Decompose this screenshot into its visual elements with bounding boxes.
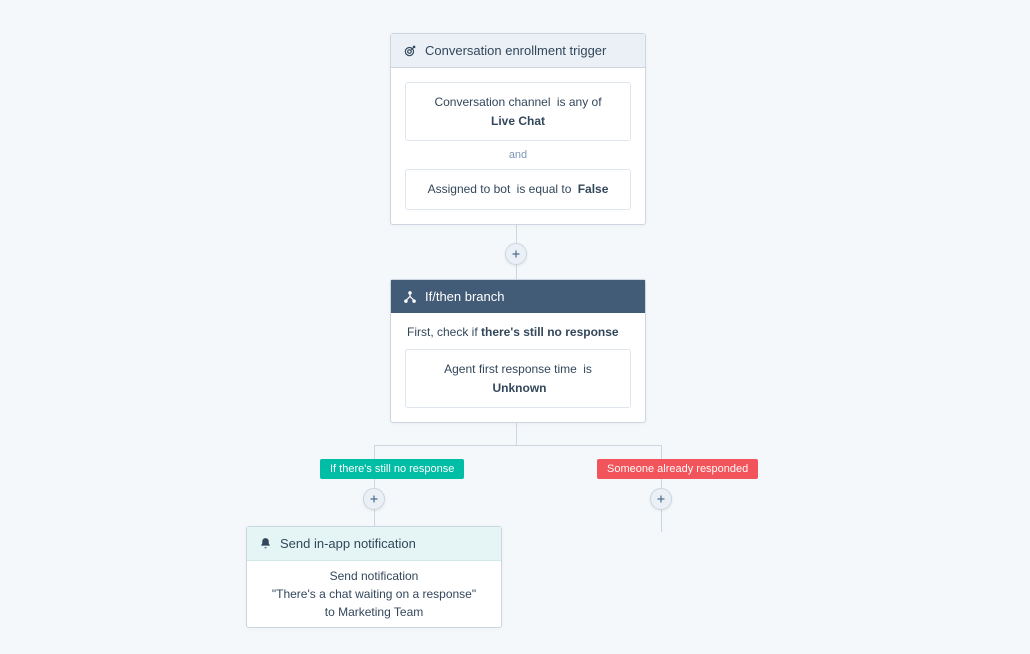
connector bbox=[661, 510, 662, 532]
action-card-body: Send notification "There's a chat waitin… bbox=[247, 561, 501, 627]
branch-label-right[interactable]: Someone already responded bbox=[597, 459, 758, 479]
trigger-card-header: Conversation enrollment trigger bbox=[391, 34, 645, 68]
trigger-filter-1[interactable]: Conversation channel is any of Live Chat bbox=[405, 82, 631, 141]
branch-card-body: First, check if there's still no respons… bbox=[391, 313, 645, 422]
trigger-title: Conversation enrollment trigger bbox=[425, 43, 606, 58]
action-title: Send in-app notification bbox=[280, 536, 416, 551]
connector bbox=[516, 224, 517, 243]
action-card-header: Send in-app notification bbox=[247, 527, 501, 561]
branch-filter[interactable]: Agent first response time is Unknown bbox=[405, 349, 631, 408]
branch-label-left[interactable]: If there's still no response bbox=[320, 459, 464, 479]
branch-icon bbox=[403, 290, 417, 304]
connector bbox=[516, 265, 517, 279]
add-action-right-button[interactable] bbox=[650, 488, 672, 510]
trigger-filter-2[interactable]: Assigned to bot is equal to False bbox=[405, 169, 631, 210]
target-icon bbox=[403, 44, 417, 58]
connector bbox=[661, 478, 662, 488]
and-label: and bbox=[405, 149, 631, 161]
branch-card-header: If/then branch bbox=[391, 280, 645, 313]
connector bbox=[374, 510, 375, 526]
add-action-button[interactable] bbox=[505, 243, 527, 265]
connector bbox=[374, 478, 375, 488]
connector bbox=[374, 445, 375, 459]
trigger-card-body: Conversation channel is any of Live Chat… bbox=[391, 68, 645, 224]
branch-card[interactable]: If/then branch First, check if there's s… bbox=[390, 279, 646, 423]
add-action-left-button[interactable] bbox=[363, 488, 385, 510]
branch-title: If/then branch bbox=[425, 289, 505, 304]
action-card[interactable]: Send in-app notification Send notificati… bbox=[246, 526, 502, 628]
connector bbox=[374, 445, 661, 446]
bell-icon bbox=[259, 537, 272, 550]
connector bbox=[661, 445, 662, 459]
branch-check-text: First, check if there's still no respons… bbox=[405, 325, 631, 339]
trigger-card[interactable]: Conversation enrollment trigger Conversa… bbox=[390, 33, 646, 225]
